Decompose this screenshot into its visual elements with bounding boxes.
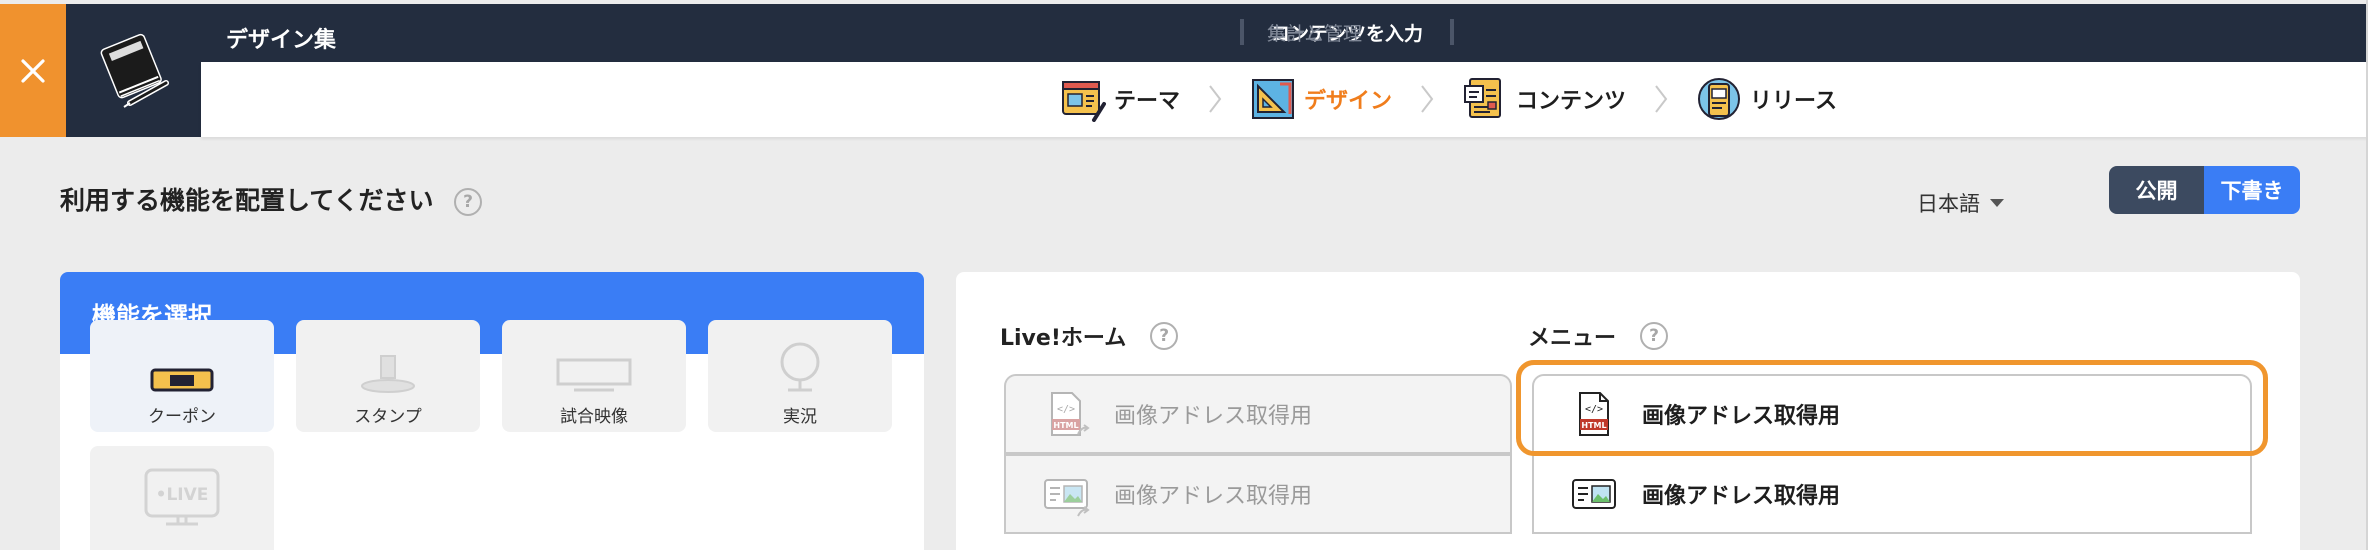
- page-title: 利用する機能を配置してください: [60, 186, 434, 215]
- live-icon: •LIVE: [144, 468, 220, 526]
- menu-title: メニュー: [1528, 326, 1617, 351]
- image-card-icon: [1044, 479, 1090, 517]
- app-title: デザイン集: [226, 28, 337, 53]
- publish-toggle: 公開 下書き: [2109, 166, 2300, 214]
- step-contents-label: コンテンツ: [1516, 89, 1627, 114]
- step-theme[interactable]: テーマ: [1060, 76, 1180, 122]
- chevron-right-icon: [1626, 74, 1696, 124]
- contents-icon: [1464, 78, 1502, 118]
- draft-button[interactable]: 下書き: [2204, 166, 2300, 214]
- live-home-item[interactable]: 画像アドレス取得用: [1004, 454, 1512, 534]
- menu-item-label: 画像アドレス取得用: [1642, 484, 1841, 509]
- live-home-title: Live!ホーム: [1000, 326, 1127, 351]
- step-release[interactable]: リリース: [1696, 76, 1837, 122]
- design-icon: [1252, 79, 1295, 119]
- help-icon[interactable]: ?: [1150, 322, 1179, 350]
- selection-highlight: [1516, 360, 2268, 456]
- live-home-item-label: 画像アドレス取得用: [1114, 404, 1313, 429]
- feature-label-match-video: 試合映像: [560, 407, 628, 427]
- public-button[interactable]: 公開: [2109, 166, 2204, 214]
- step-theme-label: テーマ: [1114, 89, 1181, 114]
- language-label: 日本語: [1917, 192, 1980, 216]
- wizard-steps: テーマ デザイン コンテンツ リリース: [1060, 74, 1837, 124]
- menu-item[interactable]: 画像アドレス取得用: [1532, 454, 2252, 534]
- live-home-item[interactable]: </> HTML 画像アドレス取得用: [1004, 374, 1512, 454]
- live-home-header: Live!ホーム ?: [1000, 320, 1179, 352]
- svg-text:</>: </>: [1057, 404, 1075, 415]
- book-pen-icon: [100, 33, 169, 108]
- help-icon[interactable]: ?: [1640, 322, 1669, 350]
- step-design[interactable]: デザイン: [1250, 76, 1392, 122]
- feature-tile-live[interactable]: •LIVE: [90, 446, 274, 550]
- menu-header: メニュー ?: [1528, 320, 1669, 352]
- chevron-right-icon: [1392, 74, 1462, 124]
- close-icon: [21, 58, 45, 83]
- language-select[interactable]: 日本語: [1917, 188, 2004, 218]
- step-release-label: リリース: [1750, 89, 1837, 114]
- live-home-item-label: 画像アドレス取得用: [1114, 484, 1313, 509]
- feature-panel: 機能を選択 クーポン スタンプ 試合映像 実況 •LIVE: [60, 272, 924, 550]
- feature-label-coupon: クーポン: [148, 407, 216, 427]
- image-card-icon: [1572, 479, 1616, 509]
- nav-stats-admin[interactable]: 集計と管理: [1240, 0, 1389, 72]
- caret-down-icon: [1990, 199, 2004, 207]
- top-header: デザイン集 ホーム コンテンツを入力 集計と管理 テーマ デザイン コンテンツ …: [0, 0, 2368, 137]
- nav-divider: [1452, 19, 1455, 45]
- html-file-icon: </> HTML: [1051, 392, 1090, 436]
- help-icon[interactable]: ?: [454, 188, 482, 216]
- chevron-right-icon: [1180, 74, 1250, 124]
- step-contents[interactable]: コンテンツ: [1462, 76, 1626, 122]
- close-button[interactable]: [0, 4, 66, 137]
- live-badge: •LIVE: [156, 485, 209, 505]
- global-nav: ホーム コンテンツを入力 集計と管理: [1240, 16, 1455, 95]
- feature-label-commentary: 実況: [783, 407, 817, 427]
- feature-label-stamp: スタンプ: [354, 407, 422, 427]
- app-logo: [66, 4, 201, 137]
- release-icon: [1698, 78, 1741, 120]
- svg-text:HTML: HTML: [1053, 421, 1078, 430]
- theme-icon: [1062, 81, 1106, 122]
- step-design-label: デザイン: [1304, 89, 1393, 114]
